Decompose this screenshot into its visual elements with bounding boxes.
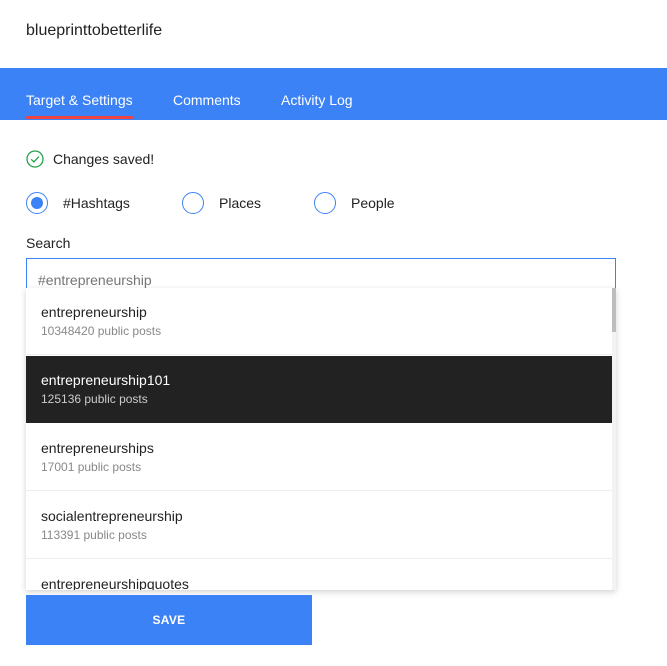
suggestion-item[interactable]: entrepreneurship101 125136 public posts	[26, 356, 612, 423]
tab-activity-log[interactable]: Activity Log	[281, 92, 353, 108]
suggestion-item[interactable]: entrepreneurship 10348420 public posts	[26, 288, 612, 355]
radio-places-label: Places	[219, 195, 262, 211]
suggestion-name: entrepreneurships	[41, 440, 154, 456]
radio-people-label: People	[351, 195, 395, 211]
suggestions-dropdown: entrepreneurship 10348420 public posts e…	[26, 288, 616, 590]
suggestion-count: 113391 public posts	[41, 528, 147, 542]
radio-people[interactable]: People	[314, 192, 395, 214]
suggestion-item[interactable]: entrepreneurshipquotes	[26, 560, 612, 590]
account-name: blueprinttobetterlife	[26, 22, 163, 39]
dropdown-scrollbar[interactable]	[612, 288, 616, 590]
suggestion-count: 10348420 public posts	[41, 324, 162, 338]
suggestion-item[interactable]: socialentrepreneurship 113391 public pos…	[26, 492, 612, 559]
radio-places-indicator[interactable]	[182, 192, 204, 214]
check-circle-icon	[26, 150, 44, 168]
suggestion-name: socialentrepreneurship	[41, 508, 183, 524]
suggestion-name: entrepreneurship	[41, 304, 147, 320]
search-input[interactable]	[26, 258, 616, 288]
search-label: Search	[26, 235, 71, 251]
tab-comments[interactable]: Comments	[173, 92, 241, 108]
radio-hashtags[interactable]: #Hashtags	[26, 192, 130, 214]
suggestion-item[interactable]: entrepreneurships 17001 public posts	[26, 424, 612, 491]
radio-people-indicator[interactable]	[314, 192, 336, 214]
radio-hashtags-indicator[interactable]	[26, 192, 48, 214]
save-button[interactable]: SAVE	[26, 595, 312, 645]
suggestion-name: entrepreneurship101	[41, 372, 171, 388]
tab-target-settings[interactable]: Target & Settings	[26, 92, 133, 119]
radio-places[interactable]: Places	[182, 192, 261, 214]
status-message: Changes saved!	[26, 150, 154, 168]
suggestion-count: 17001 public posts	[41, 460, 142, 474]
tab-bar: Target & Settings Comments Activity Log	[0, 68, 667, 120]
suggestion-name: entrepreneurshipquotes	[41, 576, 189, 590]
suggestion-count: 125136 public posts	[41, 392, 148, 406]
scrollbar-thumb[interactable]	[612, 288, 616, 332]
radio-hashtags-label: #Hashtags	[63, 195, 130, 211]
status-text: Changes saved!	[53, 151, 155, 167]
